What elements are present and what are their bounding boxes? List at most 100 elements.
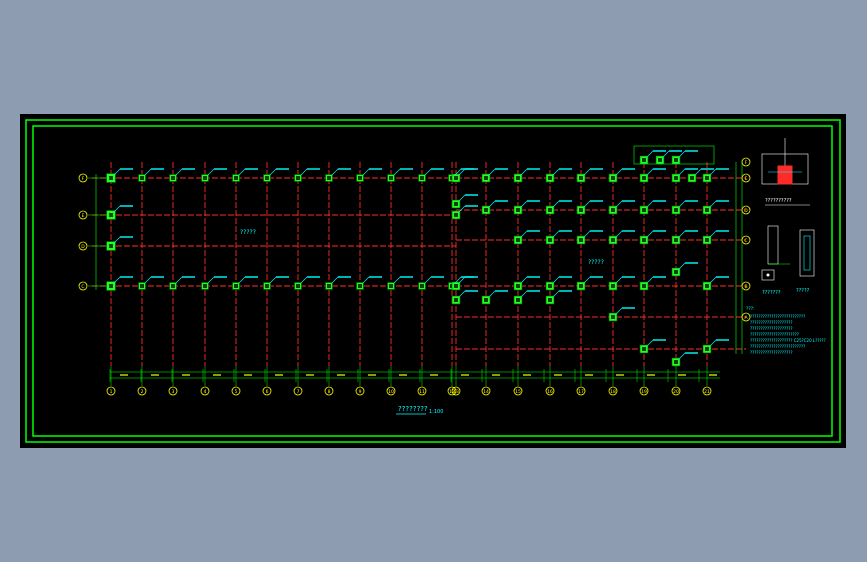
column-core: [516, 176, 520, 180]
column-core: [265, 176, 269, 180]
axis-bubble-label: 11: [419, 389, 425, 395]
column-core: [234, 176, 238, 180]
column-core: [420, 176, 424, 180]
plan-left-label: ?????: [240, 229, 256, 236]
leader-line: [424, 168, 432, 176]
column-core: [674, 270, 678, 274]
axis-bubble-label: C: [744, 238, 747, 244]
leader-line: [269, 168, 277, 176]
column-core: [171, 284, 175, 288]
column-core: [548, 208, 552, 212]
axis-bubble-label: 16: [547, 389, 553, 395]
column-core: [579, 176, 583, 180]
column-core: [548, 298, 552, 302]
leader-line: [113, 276, 121, 284]
leader-line: [113, 236, 121, 244]
column-core: [358, 284, 362, 288]
column-core: [642, 158, 646, 162]
axis-bubble-label: 4: [204, 389, 207, 395]
column-core: [674, 360, 678, 364]
column-core: [674, 158, 678, 162]
column-core: [674, 176, 678, 180]
leader-line: [646, 230, 654, 238]
leader-line: [520, 168, 528, 176]
note-line: ??????????????????????????: [750, 314, 805, 319]
column-core: [389, 176, 393, 180]
column-core: [484, 176, 488, 180]
axis-bubble-label: 3: [172, 389, 175, 395]
column-core: [516, 208, 520, 212]
axis-bubble-label: 17: [578, 389, 584, 395]
leader-line: [615, 200, 623, 208]
note-line: ???????????????????? C25?C20 L?????: [750, 338, 826, 343]
drawing-sheet[interactable]: 1 2 3 4 5 6 7 8 9 10 11 12 13 14 15 16 17 18 19 20 21 F E D C F E D…: [20, 114, 846, 448]
column-core: [705, 176, 709, 180]
axis-bubble-label: D: [81, 244, 85, 250]
column-core: [420, 284, 424, 288]
column-core: [674, 238, 678, 242]
drawing-title-block: ???????? 1:100: [396, 405, 443, 415]
leader-line: [144, 168, 152, 176]
leader-line: [694, 168, 702, 176]
leader-line: [362, 168, 370, 176]
column-core: [171, 176, 175, 180]
leader-line: [393, 276, 401, 284]
leader-line: [678, 200, 686, 208]
leader-line: [520, 276, 528, 284]
column-core: [705, 238, 709, 242]
leader-line: [615, 230, 623, 238]
column-core: [327, 176, 331, 180]
detail-sub-label: ?????: [796, 288, 810, 294]
axis-bubble-label: 5: [235, 389, 238, 395]
leader-line: [552, 290, 560, 298]
detail-pier: [777, 165, 793, 185]
leader-line: [678, 352, 686, 360]
column-core: [705, 347, 709, 351]
note-line: ???????????????????????: [750, 332, 799, 337]
axis-bubble-label: 8: [328, 389, 331, 395]
leader-line: [678, 168, 686, 176]
leader-line: [615, 168, 623, 176]
leader-line: [488, 200, 496, 208]
drawing-title: ????????: [398, 405, 428, 413]
column-core: [705, 208, 709, 212]
grid-lines: [92, 162, 746, 366]
column-core: [358, 176, 362, 180]
column-core: [454, 284, 458, 288]
leader-line: [331, 276, 339, 284]
column-core: [484, 208, 488, 212]
leader-line: [646, 200, 654, 208]
leader-line: [615, 307, 623, 315]
column-core: [548, 238, 552, 242]
leader-line: [678, 230, 686, 238]
column-core: [454, 298, 458, 302]
column-core: [642, 347, 646, 351]
column-core: [140, 284, 144, 288]
axis-bubble-label: 19: [641, 389, 647, 395]
leader-line: [709, 339, 717, 347]
axis-bubble-label: F: [82, 176, 85, 182]
axis-bubbles: 1 2 3 4 5 6 7 8 9 10 11 1213 14 15 16 17 18 19 20 21FEDCFED…: [78, 157, 751, 396]
column-core: [642, 208, 646, 212]
leader-line: [646, 276, 654, 284]
leader-line: [552, 200, 560, 208]
axis-bubble-label: 7: [297, 389, 300, 395]
leader-line: [300, 168, 308, 176]
column-core: [203, 176, 207, 180]
leader-line: [646, 150, 654, 158]
foundation-plan: 1 2 3 4 5 6 7 8 9 10 11 1213 14 15 16 17 18 19 20 21FEDCFED…: [25, 119, 841, 443]
leader-line: [362, 276, 370, 284]
column-core: [389, 284, 393, 288]
column-core: [296, 284, 300, 288]
column-core: [484, 298, 488, 302]
column-core: [642, 284, 646, 288]
column-labels: [113, 150, 729, 360]
column-core: [516, 284, 520, 288]
leader-line: [331, 168, 339, 176]
leader-line: [552, 168, 560, 176]
leader-line: [113, 168, 121, 176]
leader-line: [458, 290, 466, 298]
axis-bubble-label: D: [744, 208, 748, 214]
column-core: [674, 208, 678, 212]
column-core: [579, 238, 583, 242]
